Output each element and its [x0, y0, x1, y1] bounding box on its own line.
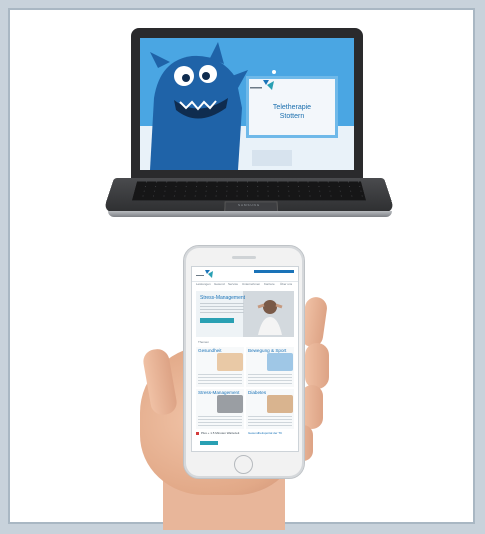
- nav-item[interactable]: Unternehmen: [242, 282, 260, 286]
- nav-item[interactable]: Service: [228, 282, 238, 286]
- tk-logo-icon: [250, 80, 274, 90]
- tile-image: [217, 353, 243, 371]
- relaxing-person-image: [257, 300, 283, 335]
- phone-website: Leistungen Gesund Service Unternehmen Ka…: [191, 266, 299, 452]
- hero-banner[interactable]: Stress-Management: [196, 291, 294, 337]
- section-label: Themen: [198, 340, 210, 344]
- footer-right-link[interactable]: Gesundheitsportal der TK: [248, 431, 282, 435]
- home-button[interactable]: [234, 455, 253, 474]
- tile-image: [217, 395, 243, 413]
- footer-left-text[interactable]: Plus + 1.5 Minuten Wartezeit: [201, 431, 239, 435]
- card-title-line1: Teletherapie: [272, 104, 312, 111]
- tile-text: [248, 416, 292, 426]
- site-footer: Plus + 1.5 Minuten Wartezeit Gesundheits…: [196, 431, 294, 449]
- site-search-bar[interactable]: [254, 270, 294, 273]
- laptop-front-edge: [108, 211, 392, 217]
- phone-speaker: [232, 256, 256, 259]
- tile-image: [267, 395, 293, 413]
- tile-text: [198, 374, 242, 384]
- laptop-lid: Teletherapie Stottern: [131, 28, 363, 178]
- laptop: Teletherapie Stottern SAMSUNG: [102, 28, 396, 228]
- phone-in-hand: Leistungen Gesund Service Unternehmen Ka…: [135, 245, 355, 530]
- teletherapie-card: Teletherapie Stottern: [246, 76, 338, 138]
- tile-text: [198, 416, 242, 426]
- nav-item[interactable]: Leistungen: [196, 282, 211, 286]
- finger-2: [305, 343, 329, 389]
- image-frame: Teletherapie Stottern SAMSUNG Leistungen…: [8, 8, 475, 530]
- nav-item[interactable]: Gesund: [214, 282, 225, 286]
- topic-tile[interactable]: Diabetes: [246, 389, 294, 429]
- card-title-line2: Stottern: [279, 113, 305, 120]
- hero-button[interactable]: [200, 318, 234, 323]
- hero-title: Stress-Management: [200, 295, 246, 301]
- tk-logo-icon[interactable]: [196, 270, 214, 278]
- topic-tile[interactable]: Stress-Management: [196, 389, 244, 429]
- footer-button[interactable]: [200, 441, 218, 445]
- plus-icon: [196, 432, 199, 435]
- laptop-brand: SAMSUNG: [238, 203, 261, 207]
- keyboard: [132, 181, 366, 201]
- nav-item[interactable]: Über uns: [280, 282, 292, 286]
- tile-title: Diabetes: [248, 390, 267, 395]
- site-nav: Leistungen Gesund Service Unternehmen Ka…: [192, 282, 298, 288]
- tile-text: [248, 374, 292, 384]
- tile-image: [267, 353, 293, 371]
- card-title: Teletherapie Stottern: [249, 103, 335, 121]
- nav-item[interactable]: Karriere: [264, 282, 275, 286]
- laptop-screen: Teletherapie Stottern: [140, 38, 354, 170]
- hero-text: [200, 303, 244, 313]
- smartphone: Leistungen Gesund Service Unternehmen Ka…: [183, 245, 305, 479]
- laptop-keyboard-deck: [102, 178, 396, 214]
- topic-tile[interactable]: Gesundheit: [196, 347, 244, 387]
- topic-tile[interactable]: Bewegung & Sport: [246, 347, 294, 387]
- site-header: [192, 267, 298, 282]
